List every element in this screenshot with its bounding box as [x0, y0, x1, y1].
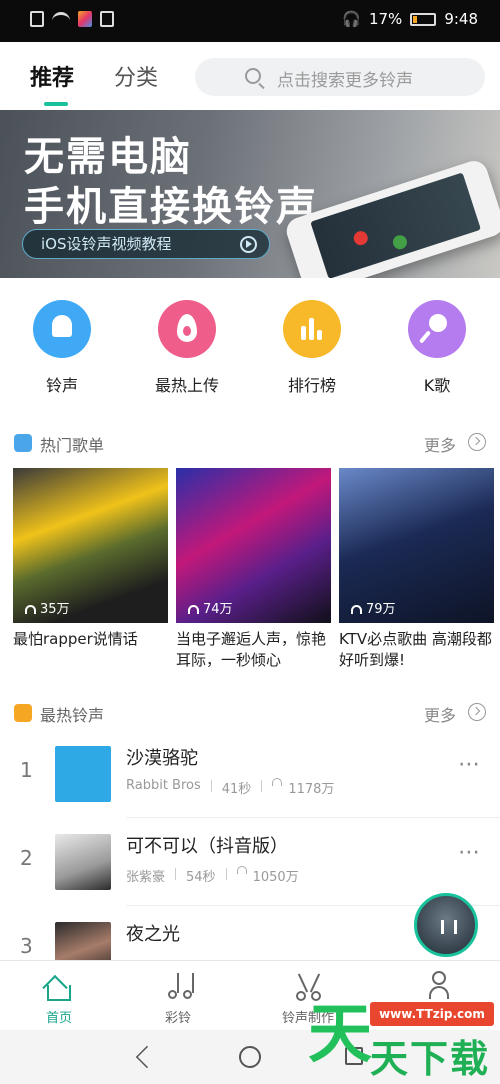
user-icon — [423, 971, 455, 1001]
category-label: 最热上传 — [154, 376, 219, 395]
playlist-title: 最怕rapper说情话 — [13, 630, 138, 648]
category-ringtones[interactable]: 铃声 — [17, 300, 107, 396]
artist-name: 张紫豪 — [126, 870, 166, 885]
category-label: 排行榜 — [287, 376, 336, 395]
ringtone-row[interactable]: 2 可不可以（抖音版） 张紫豪 54秒 1050万 ⋯ — [0, 818, 500, 906]
rank-number: 3 — [20, 934, 33, 958]
tab-categories[interactable]: 分类 — [114, 60, 158, 92]
playlist-card[interactable]: 74万 当电子邂逅人声，惊艳耳际，一秒倾心 — [176, 468, 331, 671]
hot-playlists-header: 热门歌单 更多 — [0, 428, 500, 458]
duration: 54秒 — [186, 870, 216, 885]
more-options-icon[interactable]: ⋯ — [458, 840, 482, 865]
playlist-cover: 79万 — [339, 468, 494, 623]
ringtone-thumbnail — [55, 834, 111, 890]
headphones-icon — [351, 605, 362, 614]
artist-name: Rabbit Bros — [126, 778, 201, 793]
home-circle-icon[interactable] — [239, 1046, 261, 1068]
banner-tutorial-pill[interactable]: iOS设铃声视频教程 — [22, 229, 270, 259]
storage-icon — [100, 11, 114, 27]
ringtone-title: 沙漠骆驼 — [126, 748, 198, 769]
duration: 41秒 — [221, 782, 252, 797]
bar-chart-icon — [301, 316, 323, 340]
nav-caller-tune[interactable]: 彩铃 — [133, 971, 223, 1026]
mini-player-button[interactable] — [414, 893, 478, 957]
top-header: 推荐 分类 点击搜索更多铃声 — [0, 42, 500, 110]
rank-number: 2 — [20, 846, 33, 870]
category-hot-uploads[interactable]: 最热上传 — [142, 300, 232, 396]
sim-alert-icon — [30, 11, 44, 27]
bell-icon — [52, 315, 72, 337]
flame-icon — [177, 314, 197, 342]
scissors-icon — [292, 971, 324, 1001]
battery-percent: 17% — [368, 10, 403, 28]
playlist-title: 当电子邂逅人声，惊艳耳际，一秒倾心 — [176, 630, 327, 669]
chevron-right-icon[interactable] — [468, 703, 486, 721]
playlist-cover: 74万 — [176, 468, 331, 623]
playlist-card[interactable]: 35万 最怕rapper说情话 — [13, 468, 168, 650]
tab-indicator — [44, 102, 68, 106]
search-bar[interactable]: 点击搜索更多铃声 — [195, 58, 485, 96]
ringtone-thumbnail — [55, 746, 111, 802]
search-icon — [245, 68, 261, 84]
site-watermark: 天 www.TTzip.com 天下载 — [308, 1000, 500, 1084]
category-label: K歌 — [423, 376, 451, 395]
headphones-icon — [272, 778, 283, 786]
decline-call-icon — [351, 229, 370, 247]
more-link[interactable]: 更多 — [424, 702, 456, 726]
headphones-icon — [188, 605, 199, 614]
back-icon[interactable] — [134, 1046, 150, 1066]
fire-icon — [14, 704, 32, 722]
watermark-logo-glyph: 天 — [308, 998, 372, 1072]
promo-banner[interactable]: 无需电脑 手机直接换铃声 iOS设铃声视频教程 — [0, 110, 500, 278]
ringtone-title: 可不可以（抖音版） — [126, 836, 288, 857]
music-note-icon — [162, 971, 194, 1001]
banner-subheadline: 手机直接换铃声 — [24, 184, 318, 230]
play-icon — [240, 236, 257, 253]
home-icon — [42, 971, 75, 1001]
watermark-text: 天下载 — [370, 1037, 491, 1081]
tab-recommended[interactable]: 推荐 — [30, 60, 74, 92]
headphones-icon — [25, 605, 36, 614]
app-notification-icon — [78, 11, 92, 27]
banner-pill-label: iOS设铃声视频教程 — [41, 235, 172, 253]
more-link[interactable]: 更多 — [424, 432, 456, 456]
playlist-cover: 35万 — [13, 468, 168, 623]
wifi-icon — [52, 12, 70, 26]
status-bar: 🎧 17% 9:48 — [0, 0, 500, 42]
play-count: 79万 — [366, 602, 396, 617]
category-karaoke[interactable]: K歌 — [392, 300, 482, 396]
ringtone-thumbnail — [55, 922, 111, 960]
play-count: 74万 — [203, 602, 233, 617]
category-charts[interactable]: 排行榜 — [267, 300, 357, 396]
category-shortcuts: 铃声 最热上传 排行榜 K歌 — [0, 290, 500, 400]
playlist-card[interactable]: 79万 KTV必点歌曲 高潮段都好听到爆! — [339, 468, 494, 671]
playlist-title: KTV必点歌曲 高潮段都好听到爆! — [339, 630, 492, 669]
headphone-status-icon: 🎧 — [342, 10, 361, 28]
more-options-icon[interactable]: ⋯ — [458, 752, 482, 777]
play-count: 35万 — [40, 602, 70, 617]
nav-label: 彩铃 — [164, 1011, 191, 1026]
section-title: 热门歌单 — [40, 436, 105, 455]
headphones-icon — [236, 866, 247, 874]
play-count: 1178万 — [288, 782, 335, 797]
microphone-icon — [429, 314, 447, 332]
ringtone-title: 夜之光 — [126, 924, 180, 945]
playlist-icon — [14, 434, 32, 452]
ringtone-meta: 张紫豪 54秒 1050万 — [126, 866, 299, 885]
play-count: 1050万 — [252, 870, 299, 885]
clock: 9:48 — [444, 10, 478, 28]
battery-icon — [410, 12, 437, 26]
ringtone-row[interactable]: 1 沙漠骆驼 Rabbit Bros 41秒 1178万 ⋯ — [0, 730, 500, 818]
nav-label: 首页 — [45, 1011, 72, 1026]
nav-home[interactable]: 首页 — [14, 971, 104, 1026]
chevron-right-icon[interactable] — [468, 433, 486, 451]
accept-call-icon — [391, 233, 409, 252]
hot-ringtones-header: 最热铃声 更多 — [0, 698, 500, 728]
watermark-url: www.TTzip.com — [370, 1002, 494, 1026]
rank-number: 1 — [20, 758, 33, 782]
search-placeholder: 点击搜索更多铃声 — [277, 71, 413, 91]
category-label: 铃声 — [45, 376, 78, 395]
section-title: 最热铃声 — [40, 706, 105, 725]
ringtone-meta: Rabbit Bros 41秒 1178万 — [126, 778, 334, 797]
